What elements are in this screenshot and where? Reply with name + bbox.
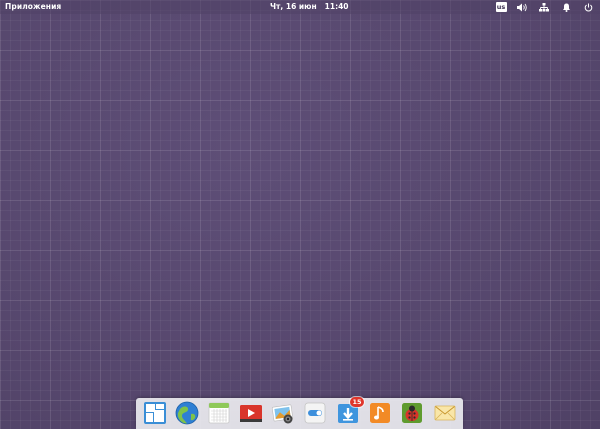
photos-icon[interactable] xyxy=(270,400,296,426)
sound-icon[interactable] xyxy=(515,0,529,14)
calendar-icon[interactable] xyxy=(206,400,232,426)
keyboard-layout-label: us xyxy=(495,2,507,12)
bug-app-icon[interactable] xyxy=(399,400,425,426)
keyboard-layout-indicator[interactable]: us xyxy=(494,0,508,14)
notifications-icon[interactable] xyxy=(559,0,573,14)
top-panel: Приложения Чт, 16 июн 11:40 us xyxy=(0,0,600,14)
multitasking-view-icon[interactable] xyxy=(142,400,168,426)
system-settings-icon[interactable] xyxy=(302,400,328,426)
update-count-badge: 15 xyxy=(350,397,364,407)
music-icon[interactable] xyxy=(367,400,393,426)
date-time-indicator[interactable]: Чт, 16 июн 11:40 xyxy=(270,0,349,14)
appcenter-icon[interactable]: 15 xyxy=(335,397,364,426)
power-icon[interactable] xyxy=(581,0,595,14)
date-label: Чт, 16 июн xyxy=(270,2,317,11)
mail-icon[interactable] xyxy=(432,400,458,426)
videos-icon[interactable] xyxy=(238,400,264,426)
web-browser-icon[interactable] xyxy=(174,400,200,426)
applications-menu-button[interactable]: Приложения xyxy=(5,0,61,14)
network-icon[interactable] xyxy=(537,0,551,14)
dock: 15 xyxy=(136,397,463,429)
time-label: 11:40 xyxy=(324,2,349,11)
